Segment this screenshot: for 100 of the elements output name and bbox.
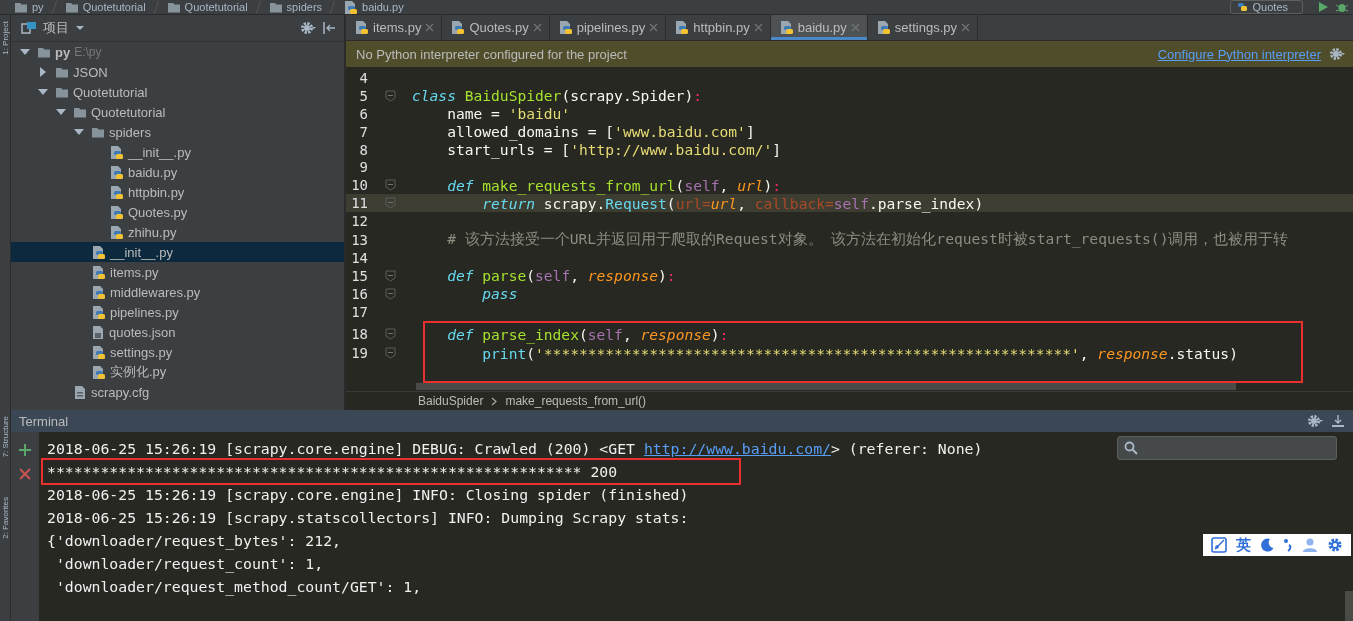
line-number: 8	[358, 141, 368, 158]
panel-title: Terminal	[19, 413, 69, 429]
tree-item[interactable]: zhihu.py	[11, 222, 344, 242]
python-file-icon	[109, 164, 124, 180]
editor-tab[interactable]: baidu.py	[770, 15, 868, 40]
configure-link[interactable]: Configure Python interpreter	[1157, 46, 1321, 62]
hide-panel-icon[interactable]	[1331, 414, 1345, 428]
editor-tab[interactable]: settings.py	[867, 15, 978, 40]
tree-item[interactable]: Quotes.py	[11, 202, 344, 222]
python-file-icon	[109, 184, 124, 200]
moon-icon	[1260, 538, 1275, 552]
terminal-line: 'downloader/request_method_count/GET': 1,	[54, 577, 422, 598]
tool-window-button[interactable]: 2: Favorites	[0, 497, 10, 540]
settings-icon[interactable]	[1307, 414, 1323, 428]
line-number: 5	[358, 87, 368, 104]
search-field[interactable]	[1117, 436, 1337, 460]
python-file-icon	[91, 284, 106, 300]
line-number: 19	[350, 345, 368, 362]
panel-title-dropdown[interactable]: 项目	[43, 19, 69, 37]
editor-tab[interactable]: pipelines.py	[549, 15, 667, 40]
notification-text: No Python interpreter configured for the project	[356, 46, 627, 62]
tree-item[interactable]: baidu.py	[11, 162, 344, 182]
settings-icon[interactable]	[300, 21, 316, 35]
caret-icon	[75, 24, 85, 32]
python-file-icon	[343, 0, 359, 15]
editor-tab[interactable]: Quotes.py	[442, 15, 550, 40]
tool-window-button[interactable]: 1: Project	[0, 21, 10, 55]
code-line: print('************************************************************', response.status)	[481, 344, 1238, 362]
editor-tab[interactable]: items.py	[346, 15, 443, 40]
code-line: def make_requests_from_url(self, url):	[446, 176, 782, 194]
close-icon[interactable]	[19, 468, 31, 480]
tree-item[interactable]: middlewares.py	[11, 282, 344, 302]
code-line: def parse(self, response):	[446, 267, 676, 285]
breadcrumb-item[interactable]: baidu.py	[343, 0, 404, 15]
breadcrumb-item[interactable]: Quotetutorial	[166, 0, 248, 14]
bug-icon[interactable]	[1335, 1, 1349, 13]
python-file-icon	[450, 20, 466, 35]
json-file-icon	[91, 324, 105, 340]
python-file-icon	[91, 364, 106, 380]
url-link[interactable]: http://www.baidu.com/	[643, 440, 831, 457]
close-icon[interactable]	[753, 23, 763, 32]
run-configuration-dropdown[interactable]: Quotes	[1229, 0, 1303, 14]
tree-item[interactable]: 实例化.py	[11, 362, 344, 382]
tree-item[interactable]: JSON	[11, 62, 344, 82]
user-icon	[1301, 538, 1318, 552]
breadcrumb-item[interactable]: spiders	[268, 0, 323, 14]
chevron-icon	[491, 396, 498, 406]
breadcrumb-item[interactable]: py	[14, 0, 44, 14]
tree-item[interactable]: Quotetutorial	[11, 82, 344, 102]
code-line: allowed_domains = ['www.baidu.com']	[446, 123, 755, 141]
scrollbar-thumb[interactable]	[416, 382, 1236, 390]
project-view-icon	[21, 21, 37, 35]
line-number: 18	[350, 326, 368, 343]
tree-item[interactable]: scrapy.cfg	[11, 382, 344, 402]
input-mode-toggle[interactable]: 英	[1236, 535, 1252, 555]
code-line: class BaiduSpider(scrapy.Spider):	[412, 87, 702, 105]
tree-item[interactable]: httpbin.py	[11, 182, 344, 202]
plus-icon[interactable]	[19, 444, 31, 456]
python-file-icon	[109, 224, 124, 240]
code-line: # 该方法接受一个URL并返回用于爬取的Request对象。 该方法在初始化request时被start_requests()调用，也被用于转	[446, 230, 1289, 249]
python-file-icon	[91, 344, 106, 360]
tree-item[interactable]: py E:\py	[11, 42, 344, 62]
breadcrumb-item[interactable]: make_requests_from_url()	[505, 394, 647, 408]
folder-icon	[55, 85, 69, 99]
tree-item[interactable]: quotes.json	[11, 322, 344, 342]
python-file-icon	[778, 20, 794, 35]
tool-window-button[interactable]: 7: Structure	[0, 416, 10, 458]
line-number: 13	[350, 231, 368, 248]
editor-tab[interactable]: httpbin.py	[666, 15, 771, 40]
settings-icon[interactable]	[1329, 47, 1345, 61]
line-number: 12	[350, 213, 368, 230]
tree-item[interactable]: settings.py	[11, 342, 344, 362]
close-icon[interactable]	[961, 23, 970, 32]
close-icon[interactable]	[850, 23, 860, 32]
scrollbar-thumb[interactable]	[1345, 591, 1353, 621]
line-number: 6	[358, 105, 368, 122]
tree-item[interactable]: Quotetutorial	[11, 102, 344, 122]
close-icon[interactable]	[532, 23, 542, 32]
search-icon	[1124, 441, 1138, 455]
breadcrumb-item[interactable]: BaiduSpider	[418, 394, 484, 408]
tree-item[interactable]: __init__.py	[11, 142, 344, 162]
python-file-icon	[557, 20, 573, 35]
folder-icon	[73, 105, 87, 119]
terminal-line: {'downloader/request_bytes': 212,	[47, 531, 341, 552]
code-line: pass	[481, 285, 518, 303]
breadcrumb-item[interactable]: Quotetutorial	[64, 0, 146, 14]
folder-icon	[91, 125, 105, 139]
close-icon[interactable]	[649, 23, 659, 32]
terminal-text: > (referer: None)	[830, 440, 983, 457]
tree-item[interactable]: pipelines.py	[11, 302, 344, 322]
tree-item[interactable]: spiders	[11, 122, 344, 142]
close-icon[interactable]	[425, 23, 435, 32]
line-number: 10	[350, 177, 368, 194]
collapse-icon[interactable]	[322, 21, 336, 35]
python-file-icon	[109, 144, 124, 160]
tree-item[interactable]: __init__.py	[11, 242, 344, 262]
run-icon[interactable]	[1317, 1, 1329, 13]
tree-item[interactable]: items.py	[11, 262, 344, 282]
terminal-line: 2018-06-25 15:26:19 [scrapy.core.engine] INFO: Closing spider (finished)	[47, 485, 689, 505]
highlighted-terminal-line: ************************************************************ 200	[43, 460, 739, 483]
